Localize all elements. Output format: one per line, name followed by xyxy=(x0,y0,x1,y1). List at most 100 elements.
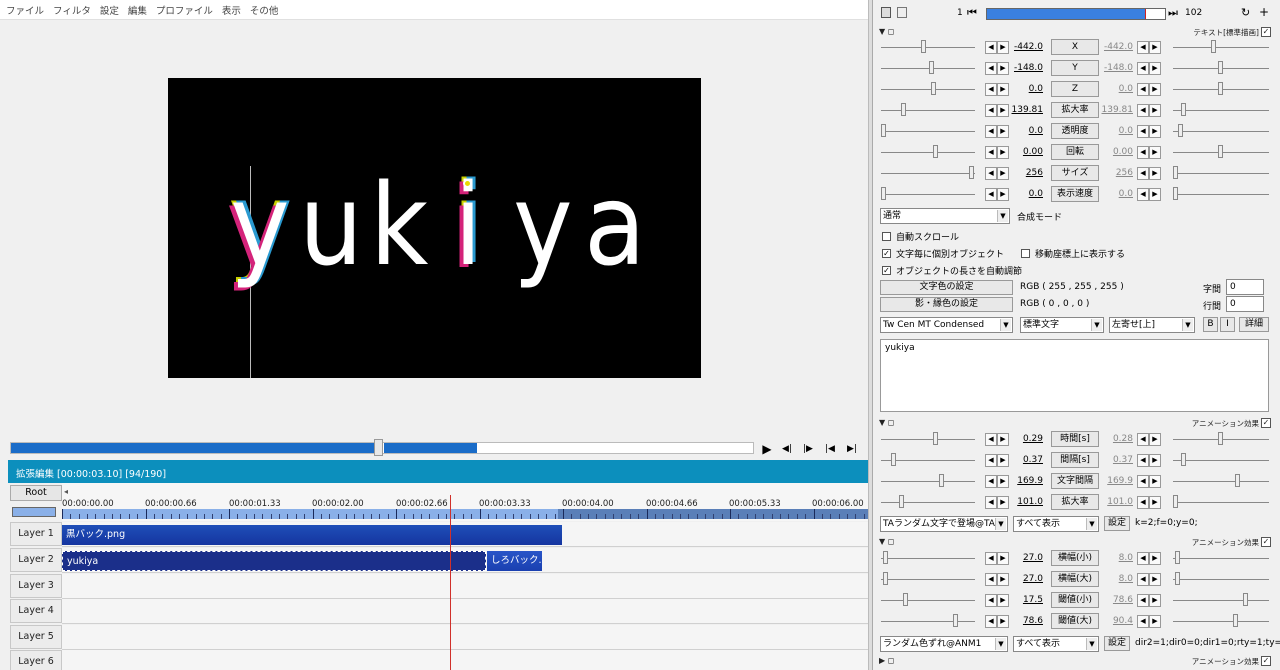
layer-label[interactable]: Layer 5 xyxy=(10,625,62,649)
param-value-start[interactable]: 78.6 xyxy=(1007,616,1043,626)
layer-label[interactable]: Layer 3 xyxy=(10,574,62,598)
skip-start-icon[interactable]: |◀ xyxy=(821,440,839,458)
param-arrows-left[interactable]: ◀ ▶ xyxy=(985,146,1009,159)
param-slider-left[interactable] xyxy=(881,47,975,48)
param-value-start[interactable]: 0.00 xyxy=(1007,147,1043,157)
param-arrows-left[interactable]: ◀ ▶ xyxy=(985,475,1009,488)
param-slider-right[interactable] xyxy=(1173,194,1269,195)
param-name-button[interactable]: 横幅(小) xyxy=(1051,550,1099,566)
menu-settings[interactable]: 設定 xyxy=(100,3,119,17)
layer-label[interactable]: Layer 1 xyxy=(10,522,62,546)
param-arrows-right[interactable]: ◀ ▶ xyxy=(1137,496,1161,509)
param-slider-thumb[interactable] xyxy=(1178,124,1183,137)
autoscroll-checkbox[interactable]: 自動スクロール xyxy=(882,230,959,243)
param-value-start[interactable]: 27.0 xyxy=(1007,574,1043,584)
param-slider-right[interactable] xyxy=(1173,481,1269,482)
collapse-arrow-icon[interactable]: ▼ ◻ xyxy=(879,27,894,36)
anim2-checkbox[interactable]: ✓ xyxy=(1261,537,1271,547)
param-slider-thumb[interactable] xyxy=(1181,103,1186,116)
param-value-end[interactable]: 0.28 xyxy=(1097,434,1133,444)
anim1-settings-button[interactable]: 設定 xyxy=(1104,516,1130,531)
bold-button[interactable]: B xyxy=(1203,317,1218,332)
video-canvas[interactable]: y u k i y a xyxy=(168,78,701,378)
expand-arrow-icon[interactable]: ▶ ◻ xyxy=(879,656,894,665)
shadow-color-button[interactable]: 影・縁色の設定 xyxy=(880,297,1013,312)
seek-bar[interactable] xyxy=(8,439,756,457)
param-slider-thumb[interactable] xyxy=(1218,145,1223,158)
param-value-end[interactable]: 169.9 xyxy=(1097,476,1133,486)
anim2-settings-button[interactable]: 設定 xyxy=(1104,636,1130,651)
param-arrows-left[interactable]: ◀ ▶ xyxy=(985,125,1009,138)
param-slider-right[interactable] xyxy=(1173,131,1269,132)
param-name-button[interactable]: 閾値(小) xyxy=(1051,592,1099,608)
param-name-button[interactable]: 横幅(大) xyxy=(1051,571,1099,587)
param-arrows-right[interactable]: ◀ ▶ xyxy=(1137,83,1161,96)
param-slider-thumb[interactable] xyxy=(901,103,906,116)
clip-white-back[interactable]: しろバック.png xyxy=(487,551,542,571)
param-arrows-right[interactable]: ◀ ▶ xyxy=(1137,188,1161,201)
char-spacing-input[interactable]: 0 xyxy=(1226,279,1264,295)
param-value-start[interactable]: 139.81 xyxy=(1007,105,1044,115)
param-slider-left[interactable] xyxy=(881,173,975,174)
param-value-start[interactable]: 0.0 xyxy=(1007,189,1043,199)
param-slider-thumb[interactable] xyxy=(883,572,888,585)
param-slider-right[interactable] xyxy=(1173,460,1269,461)
seek-thumb[interactable] xyxy=(374,439,383,456)
param-slider-thumb[interactable] xyxy=(1175,551,1180,564)
param-slider-thumb[interactable] xyxy=(1181,453,1186,466)
menu-edit[interactable]: 編集 xyxy=(128,3,147,17)
layer-label[interactable]: Layer 4 xyxy=(10,599,62,623)
anim2-select[interactable]: ランダム色ずれ@ANM1 ▼ xyxy=(880,636,1008,652)
font-select[interactable]: Tw Cen MT Condensed ▼ xyxy=(880,317,1013,333)
param-slider-right[interactable] xyxy=(1173,621,1269,622)
layer-label[interactable]: Layer 6 xyxy=(10,650,62,670)
menu-filter[interactable]: フィルタ xyxy=(53,3,91,17)
param-slider-thumb[interactable] xyxy=(1211,40,1216,53)
param-slider-right[interactable] xyxy=(1173,110,1269,111)
next-frame-icon[interactable]: |▶ xyxy=(799,440,817,458)
param-arrows-left[interactable]: ◀ ▶ xyxy=(985,167,1009,180)
param-name-button[interactable]: 拡大率 xyxy=(1051,102,1099,118)
param-arrows-right[interactable]: ◀ ▶ xyxy=(1137,167,1161,180)
italic-button[interactable]: I xyxy=(1220,317,1235,332)
param-value-start[interactable]: 27.0 xyxy=(1007,553,1043,563)
param-slider-left[interactable] xyxy=(881,502,975,503)
param-slider-right[interactable] xyxy=(1173,173,1269,174)
layer-scroll-strip[interactable] xyxy=(12,507,56,517)
param-arrows-left[interactable]: ◀ ▶ xyxy=(985,41,1009,54)
anim2-show-select[interactable]: すべて表示 ▼ xyxy=(1013,636,1099,652)
menu-file[interactable]: ファイル xyxy=(6,3,44,17)
param-arrows-right[interactable]: ◀ ▶ xyxy=(1137,454,1161,467)
param-slider-left[interactable] xyxy=(881,194,975,195)
param-slider-thumb[interactable] xyxy=(933,432,938,445)
ruler-scroll-arrow[interactable]: ◂ xyxy=(62,487,868,496)
video-icon[interactable] xyxy=(881,7,891,18)
menu-view[interactable]: 表示 xyxy=(222,3,241,17)
prev-frame-icon[interactable]: ◀| xyxy=(778,440,796,458)
blend-mode-select[interactable]: 通常 ▼ xyxy=(880,208,1010,224)
play-icon[interactable]: ▶ xyxy=(758,440,776,458)
playhead[interactable] xyxy=(450,495,451,670)
param-arrows-left[interactable]: ◀ ▶ xyxy=(985,454,1009,467)
param-slider-thumb[interactable] xyxy=(881,124,886,137)
param-slider-thumb[interactable] xyxy=(1173,187,1178,200)
param-slider-thumb[interactable] xyxy=(953,614,958,627)
param-arrows-left[interactable]: ◀ ▶ xyxy=(985,615,1009,628)
param-arrows-right[interactable]: ◀ ▶ xyxy=(1137,433,1161,446)
param-slider-left[interactable] xyxy=(881,621,975,622)
layer-row[interactable] xyxy=(62,625,868,650)
text-section-checkbox[interactable]: ✓ xyxy=(1261,27,1271,37)
individual-object-checkbox[interactable]: ✓ 文字毎に個別オブジェクト xyxy=(882,247,1004,260)
param-slider-left[interactable] xyxy=(881,68,975,69)
param-slider-left[interactable] xyxy=(881,558,975,559)
param-name-button[interactable]: 回転 xyxy=(1051,144,1099,160)
param-name-button[interactable]: X xyxy=(1051,39,1099,55)
param-slider-right[interactable] xyxy=(1173,579,1269,580)
root-button[interactable]: Root xyxy=(10,485,62,501)
show-on-coord-checkbox[interactable]: 移動座標上に表示する xyxy=(1021,247,1125,260)
param-slider-thumb[interactable] xyxy=(891,453,896,466)
param-slider-thumb[interactable] xyxy=(929,61,934,74)
param-value-end[interactable]: -442.0 xyxy=(1097,42,1133,52)
param-name-button[interactable]: Y xyxy=(1051,60,1099,76)
param-name-button[interactable]: 文字間隔 xyxy=(1051,473,1099,489)
